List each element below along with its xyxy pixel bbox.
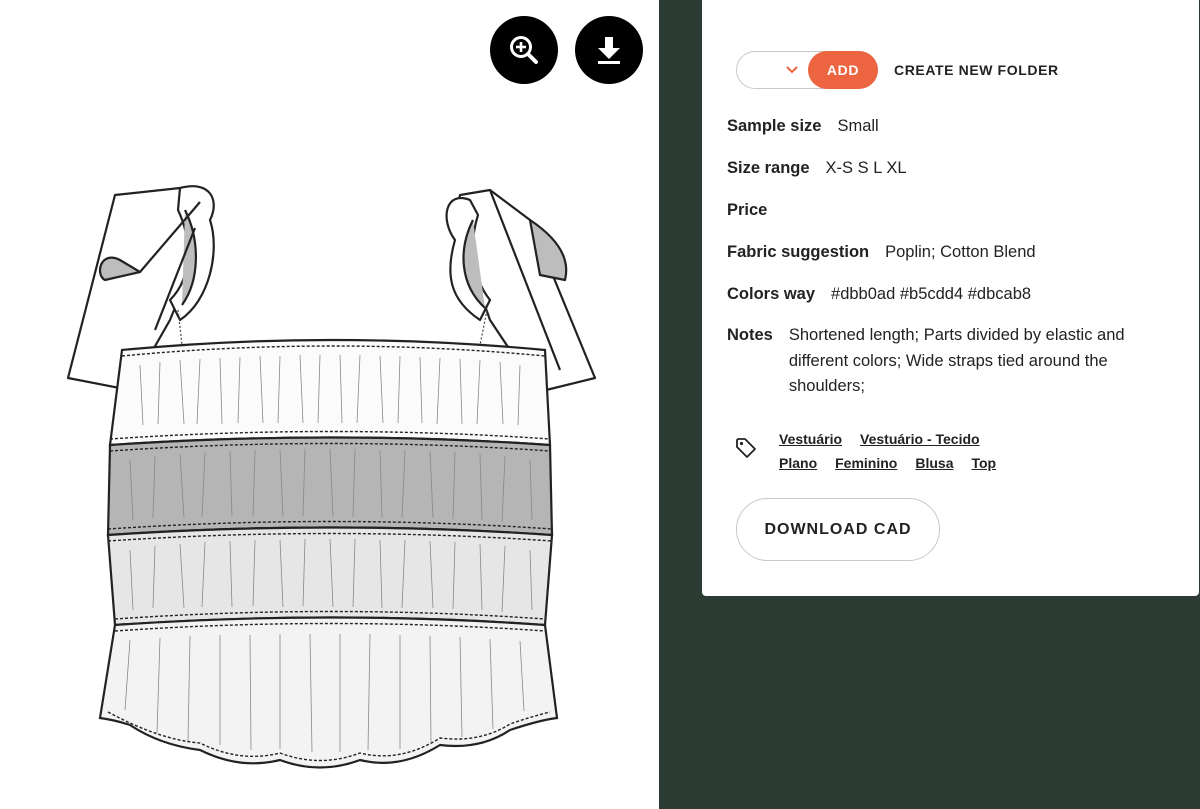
colors-way-value: #dbb0ad #b5cdd4 #dbcab8 <box>831 285 1032 303</box>
sample-size-label: Sample size <box>727 117 822 135</box>
add-button[interactable]: ADD <box>808 51 878 89</box>
details-card: ADD CREATE NEW FOLDER Sample size Small … <box>702 0 1199 596</box>
tag-link[interactable]: Vestuário - Tecido <box>860 427 980 451</box>
tag-icon <box>736 438 756 458</box>
size-range-value: X-S S L XL <box>825 159 907 177</box>
colors-way-label: Colors way <box>727 285 816 303</box>
notes-value: Shortened length; Parts divided by elast… <box>788 326 1125 395</box>
tag-link[interactable]: Vestuário <box>779 427 842 451</box>
tag-link[interactable]: Plano <box>779 451 817 475</box>
colors-way-row: Colors way #dbb0ad #b5cdd4 #dbcab8 <box>727 282 1031 307</box>
chevron-down-icon <box>786 66 798 74</box>
fabric-value: Poplin; Cotton Blend <box>885 243 1036 261</box>
tag-link[interactable]: Blusa <box>915 451 953 475</box>
notes-label: Notes <box>727 326 773 344</box>
zoom-in-icon <box>510 36 538 64</box>
sample-size-value: Small <box>837 117 879 135</box>
image-viewer <box>0 0 659 809</box>
zoom-button[interactable] <box>490 16 558 84</box>
download-button[interactable] <box>575 16 643 84</box>
fabric-row: Fabric suggestion Poplin; Cotton Blend <box>727 240 1036 265</box>
create-new-folder-link[interactable]: CREATE NEW FOLDER <box>894 62 1059 78</box>
size-range-label: Size range <box>727 159 810 177</box>
sample-size-row: Sample size Small <box>727 114 879 139</box>
download-icon <box>598 37 620 64</box>
price-row: Price <box>727 198 783 223</box>
notes-row: Notes Shortened length; Parts divided by… <box>727 323 1149 400</box>
tag-link[interactable]: Top <box>971 451 996 475</box>
price-label: Price <box>727 201 768 219</box>
garment-sketch-image <box>66 185 597 769</box>
tag-link[interactable]: Feminino <box>835 451 897 475</box>
fabric-label: Fabric suggestion <box>727 243 870 261</box>
download-cad-button[interactable]: DOWNLOAD CAD <box>736 498 940 561</box>
tag-list: Vestuário Vestuário - Tecido Plano Feminin… <box>779 427 1039 475</box>
size-range-row: Size range X-S S L XL <box>727 156 907 181</box>
